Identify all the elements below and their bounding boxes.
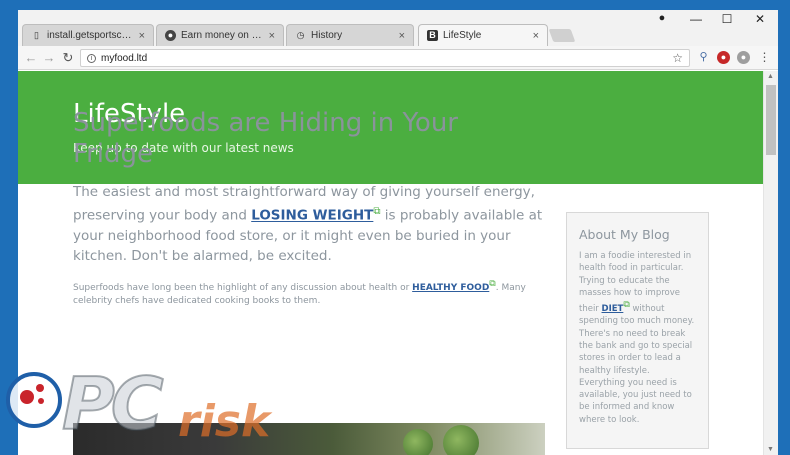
tab-lifestyle[interactable]: B LifeStyle ×: [418, 24, 548, 46]
article-image: [73, 423, 545, 455]
profile-icon[interactable]: ●: [652, 12, 672, 24]
tab-earn-money[interactable]: ● Earn money on short lin ×: [156, 24, 284, 46]
forward-arrow-icon[interactable]: →: [41, 50, 57, 66]
sidebar-body: without spending too much money. There's…: [579, 304, 695, 425]
tab-strip: ▯ install.getsportscore.com × ● Earn mon…: [18, 10, 778, 46]
browser-window: ▯ install.getsportscore.com × ● Earn mon…: [18, 10, 778, 455]
tab-label: Earn money on short lin: [181, 30, 265, 41]
maximize-button[interactable]: ☐: [717, 12, 737, 26]
minimize-button[interactable]: —: [686, 12, 706, 26]
tab-label: install.getsportscore.com: [47, 30, 135, 41]
body-text: Superfoods have long been the highlight …: [73, 282, 413, 293]
about-blog-widget: About My Blog I am a foodie interested i…: [566, 212, 709, 449]
vertical-scrollbar[interactable]: ▲ ▼: [763, 71, 778, 455]
sidebar-text: I am a foodie interested in health food …: [579, 250, 696, 426]
broccoli-shape: [443, 425, 479, 455]
adblock-extension-icon[interactable]: ●: [717, 51, 730, 64]
external-link-icon: ⧉: [373, 206, 381, 217]
losing-weight-link[interactable]: LOSING WEIGHT: [251, 208, 373, 224]
scroll-down-arrow-icon[interactable]: ▼: [767, 446, 774, 453]
scroll-up-arrow-icon[interactable]: ▲: [767, 73, 774, 80]
back-arrow-icon[interactable]: ←: [23, 50, 39, 66]
info-icon[interactable]: i: [87, 53, 96, 63]
reload-icon[interactable]: ↻: [60, 50, 76, 66]
new-tab-button[interactable]: [548, 29, 576, 42]
close-tab-icon[interactable]: ×: [269, 30, 275, 42]
address-bar[interactable]: i myfood.ltd ☆: [80, 49, 690, 67]
scrollbar-thumb[interactable]: [766, 85, 776, 155]
article-body: Superfoods have long been the highlight …: [73, 278, 548, 308]
tab-label: History: [311, 30, 343, 41]
menu-kebab-icon[interactable]: ⋮: [758, 51, 771, 64]
close-tab-icon[interactable]: ×: [139, 30, 145, 42]
article: Superfoods are Hiding in Your Fridge The…: [73, 108, 553, 308]
extension-icon[interactable]: ●: [737, 51, 750, 64]
page-viewport: LifeStyle Keep up to date with our lates…: [18, 71, 763, 455]
browser-toolbar: ← → ↻ i myfood.ltd ☆ ⚲ ● ● ⋮: [18, 46, 778, 70]
close-window-button[interactable]: ✕: [750, 12, 770, 26]
diet-link[interactable]: DIET: [602, 304, 624, 314]
history-icon: ◷: [296, 30, 305, 40]
article-lead: The easiest and most straightforward way…: [73, 182, 553, 266]
healthy-food-link[interactable]: HEALTHY FOOD: [412, 283, 489, 293]
tab-label: LifeStyle: [443, 30, 482, 41]
b-favicon: B: [427, 30, 438, 41]
article-title: Superfoods are Hiding in Your Fridge: [73, 108, 458, 169]
page-icon: ▯: [34, 30, 39, 40]
broccoli-shape: [403, 429, 433, 455]
site-favicon: ●: [165, 30, 176, 41]
translate-extension-icon[interactable]: ⚲: [697, 51, 710, 64]
url-text: myfood.ltd: [101, 52, 148, 64]
tab-history[interactable]: ◷ History ×: [286, 24, 414, 46]
close-tab-icon[interactable]: ×: [533, 30, 539, 42]
sidebar-title: About My Blog: [579, 227, 670, 242]
tab-getsportscore[interactable]: ▯ install.getsportscore.com ×: [22, 24, 154, 46]
close-tab-icon[interactable]: ×: [399, 30, 405, 42]
bookmark-star-icon[interactable]: ☆: [672, 51, 683, 65]
